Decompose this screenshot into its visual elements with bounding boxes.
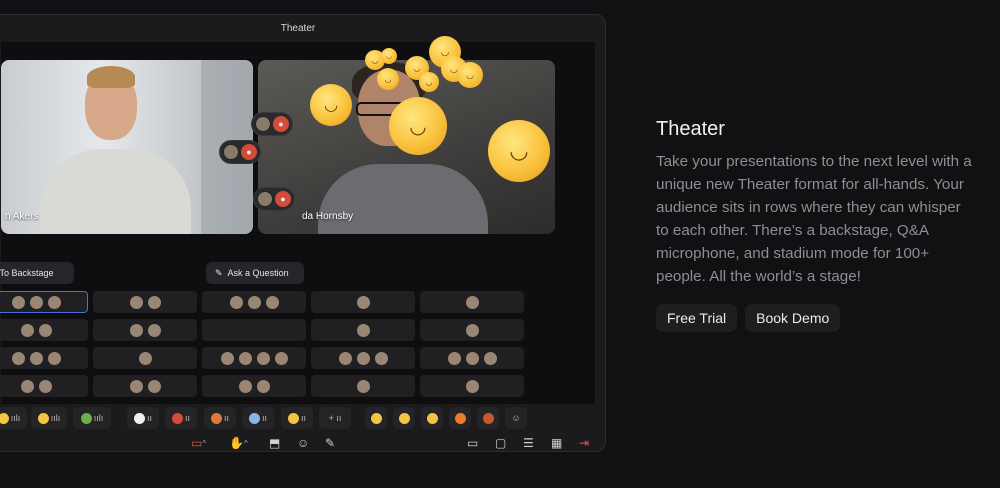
laughing-emoji-icon: ◡ — [488, 120, 550, 182]
thumbs-up-icon[interactable] — [365, 407, 387, 429]
pen-icon[interactable]: ✎ — [325, 435, 335, 451]
reaction-chip[interactable]: ıı — [165, 407, 197, 429]
to-backstage-button[interactable]: ↑ To Backstage — [0, 262, 74, 284]
notes-icon[interactable]: ☰ — [523, 435, 534, 451]
window-title: Theater — [280, 23, 316, 34]
add-reaction-icon[interactable]: ☺ — [505, 407, 527, 429]
free-trial-button[interactable]: Free Trial — [656, 304, 738, 332]
speaker-name-label: da Hornsby — [302, 211, 354, 222]
microphone-icon: ✎ — [215, 267, 223, 278]
laughing-emoji-icon: ◡ — [389, 97, 447, 155]
seat-row[interactable] — [202, 375, 306, 397]
seat-row[interactable] — [0, 291, 88, 313]
thumbs-down-icon[interactable] — [393, 407, 415, 429]
ask-question-button[interactable]: ✎ Ask a Question — [206, 262, 304, 284]
bottom-toolbar: ▭ ^ ✋ ^ ⬒ ☺ ✎ ▭ ▢ ☰ ▦ ⇥ — [1, 435, 595, 451]
avatar — [257, 191, 273, 207]
to-backstage-label: To Backstage — [0, 268, 54, 278]
emoji-icon[interactable]: ☺ — [297, 435, 309, 451]
theater-stage: n Akers da Hornsby ● ● ● ◡ ◡ ◡ ◡ ◡ ◡ ◡ ◡… — [0, 36, 595, 404]
laughing-emoji-icon: ◡ — [310, 84, 352, 126]
ask-question-label: Ask a Question — [227, 268, 289, 278]
seat-row[interactable] — [311, 347, 415, 369]
feature-description: Take your presentations to the next leve… — [656, 153, 972, 285]
seat-row[interactable] — [420, 347, 524, 369]
tomato-icon[interactable] — [477, 407, 499, 429]
seat-row[interactable] — [93, 291, 197, 313]
reaction-chip[interactable]: ıı — [242, 407, 274, 429]
seat-row[interactable] — [311, 375, 415, 397]
seat-row[interactable] — [0, 347, 88, 369]
seat-row[interactable] — [93, 347, 197, 369]
whisper-bubble[interactable]: ● — [251, 112, 293, 136]
seat-row[interactable] — [420, 375, 524, 397]
reaction-chip[interactable]: ıılı — [73, 407, 111, 429]
leave-icon[interactable]: ⇥ — [579, 435, 589, 451]
video-icon[interactable]: ▭ ^ — [191, 435, 206, 451]
fire-icon[interactable] — [449, 407, 471, 429]
whisper-bubble[interactable]: ● — [219, 140, 261, 164]
avatar — [223, 144, 239, 160]
share-screen-icon[interactable]: ⬒ — [269, 435, 280, 451]
seat-row[interactable] — [202, 319, 306, 341]
reaction-chip[interactable]: ıı — [127, 407, 159, 429]
reaction-chip[interactable]: ıılı — [31, 407, 67, 429]
feature-title: Theater — [656, 118, 725, 140]
app-window: Theater n Akers da Hornsby ● ● ● ◡ ◡ ◡ ◡… — [0, 14, 606, 452]
reaction-chip[interactable]: + ıı — [319, 407, 351, 429]
seat-row[interactable] — [0, 319, 88, 341]
seat-row[interactable] — [0, 375, 88, 397]
drum-icon: ● — [241, 144, 257, 160]
seat-row[interactable] — [202, 291, 306, 313]
reaction-chip[interactable]: ıılı — [0, 407, 27, 429]
reaction-chip[interactable]: ıı — [204, 407, 236, 429]
seat-row[interactable] — [93, 319, 197, 341]
cta-row: Free Trial Book Demo — [656, 304, 976, 332]
speaker-name-label: n Akers — [5, 211, 39, 222]
seat-row[interactable] — [420, 291, 524, 313]
laughing-emoji-icon: ◡ — [457, 62, 483, 88]
laughing-emoji-icon: ◡ — [377, 68, 399, 90]
whisper-bubble[interactable]: ● — [253, 187, 295, 211]
seat-row[interactable] — [311, 291, 415, 313]
feature-panel: Theater Take your presentations to the n… — [656, 118, 976, 332]
avatar — [255, 116, 271, 132]
book-demo-button[interactable]: Book Demo — [745, 304, 841, 332]
laughing-emoji-icon: ◡ — [381, 48, 397, 64]
laughing-emoji-icon[interactable] — [421, 407, 443, 429]
calendar-icon[interactable]: ▦ — [551, 435, 562, 451]
hand-raise-icon[interactable]: ✋ ^ — [229, 435, 248, 451]
chat-icon[interactable]: ▢ — [495, 435, 506, 451]
seat-row[interactable] — [311, 319, 415, 341]
seat-row[interactable] — [420, 319, 524, 341]
speaker-video-1[interactable]: n Akers — [1, 60, 253, 234]
seat-row[interactable] — [93, 375, 197, 397]
drum-icon: ● — [273, 116, 289, 132]
laughing-emoji-icon: ◡ — [419, 72, 439, 92]
reaction-chip[interactable]: ıı — [281, 407, 313, 429]
folder-icon[interactable]: ▭ — [467, 435, 478, 451]
reaction-bar: ıılı ıılı ıılı ıı ıı ıı ıı ıı + ıı ☺ — [0, 405, 595, 431]
seat-row[interactable] — [202, 347, 306, 369]
drum-icon: ● — [275, 191, 291, 207]
